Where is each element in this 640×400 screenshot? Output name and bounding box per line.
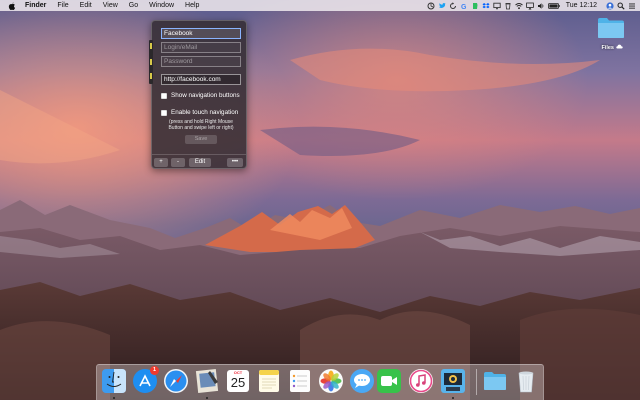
notes-icon [259,370,279,392]
show-navigation-checkbox[interactable] [161,92,167,99]
wifi-icon[interactable] [514,2,523,10]
popup-tab-strip[interactable] [149,40,153,84]
calendar-day: 25 [230,375,246,390]
volume-icon[interactable] [537,2,545,10]
google-drive-icon[interactable]: G [460,2,468,10]
menu-window[interactable]: Window [149,2,174,9]
dock-image-capture[interactable] [440,368,466,399]
touch-navigation-label: Enable touch navigation [171,109,239,116]
airplay-icon[interactable] [525,2,534,10]
dock-itunes[interactable] [408,368,434,394]
app-store-update-badge: 1 [150,366,159,375]
finder-running-indicator [113,397,115,399]
show-navigation-toggle[interactable]: Show navigation buttons [161,92,240,99]
desktop-wallpaper [0,0,640,400]
dock-facetime[interactable] [376,368,402,394]
twitter-icon[interactable] [438,2,446,10]
image-capture-running-indicator [452,397,454,399]
dock-notes[interactable] [256,368,282,394]
touch-navigation-hint: (press and hold Right Mouse Button and s… [168,119,234,131]
user-avatar-icon[interactable] [606,1,614,10]
trash-icon [518,371,534,393]
menu-file[interactable]: File [57,2,68,9]
preview-running-indicator [206,397,208,399]
add-entry-button[interactable]: + [154,158,168,167]
dock-app-store[interactable]: 1 [132,366,159,394]
touch-navigation-checkbox[interactable] [161,109,167,116]
battery-icon[interactable] [547,2,560,10]
menu-help[interactable]: Help [185,2,199,9]
remove-entry-button[interactable]: - [171,158,185,167]
menu-view[interactable]: View [103,2,118,9]
edit-button[interactable]: Edit [189,158,211,167]
extension-icon[interactable] [427,2,435,10]
dock-preview[interactable] [194,368,220,399]
dock-trash[interactable] [513,368,539,394]
spotlight-search-icon[interactable] [617,2,625,10]
menu-go[interactable]: Go [129,2,138,9]
image-capture-icon [441,369,465,393]
folder-icon [484,372,506,390]
menu-bar: Finder File Edit View Go Window Help G T… [0,0,640,11]
dock-safari[interactable] [163,368,189,394]
popup-divider [152,154,246,155]
files-folder-label[interactable]: Files [590,44,634,51]
trash-status-icon[interactable] [504,2,512,10]
facetime-icon [377,369,401,393]
messages-icon [350,369,374,393]
evernote-icon[interactable] [471,2,479,10]
reminders-icon [290,370,310,392]
url-field[interactable] [161,74,241,85]
password-field[interactable] [161,56,241,67]
menu-clock[interactable]: Tue 12:12 [566,2,597,9]
display-icon[interactable] [493,2,501,10]
files-folder-icon[interactable] [597,17,625,39]
dock-calendar[interactable]: OCT 25 [225,368,251,394]
dock-photos[interactable] [318,368,344,394]
icloud-icon [615,44,623,49]
menu-app-finder[interactable]: Finder [25,2,46,9]
password-manager-popup: Show navigation buttons Enable touch nav… [149,20,247,169]
photos-icon [319,369,343,393]
login-email-field[interactable] [161,42,241,53]
save-button[interactable]: Save [185,135,217,144]
files-folder-name: Files [601,45,614,51]
site-title-field[interactable] [161,28,241,39]
reload-icon[interactable] [449,1,457,10]
dock-finder[interactable] [101,368,127,399]
notification-center-icon[interactable] [628,2,636,10]
more-options-button[interactable]: ••• [227,158,243,167]
dropbox-icon[interactable] [482,2,490,10]
touch-navigation-toggle[interactable]: Enable touch navigation [161,109,238,116]
dock-reminders[interactable] [287,368,313,394]
finder-icon [102,369,126,393]
dock-messages[interactable] [349,368,375,394]
menu-edit[interactable]: Edit [80,2,92,9]
apple-menu-icon[interactable] [7,1,17,11]
safari-compass-icon [164,369,188,393]
dock-documents-folder[interactable] [482,368,508,394]
status-menus: G Tue 12:12 [424,0,636,11]
preview-icon [195,369,219,393]
itunes-icon [409,369,433,393]
show-navigation-label: Show navigation buttons [171,92,240,99]
dock-separator [476,369,477,395]
dock: 1 OCT 25 [96,364,544,400]
svg-text:G: G [461,4,467,10]
